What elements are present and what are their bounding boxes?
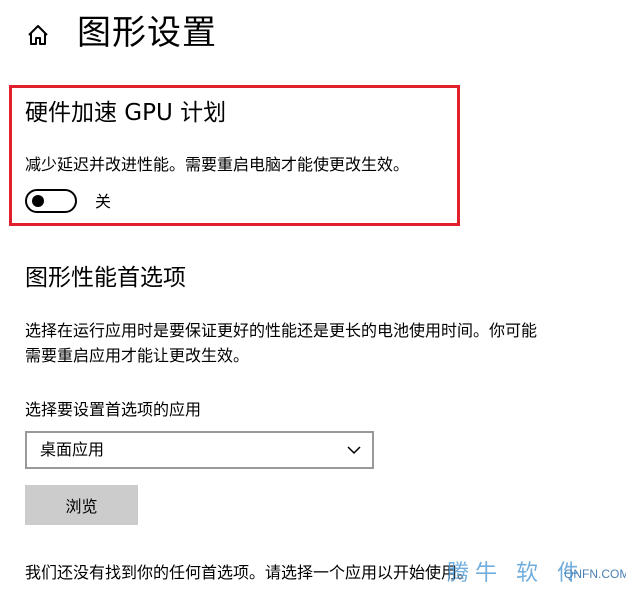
gpu-scheduling-toggle[interactable] [25, 189, 77, 213]
graphics-performance-description-line2: 需要重启应用才能让更改生效。 [25, 346, 250, 365]
graphics-performance-title: 图形性能首选项 [25, 265, 186, 291]
watermark-domain: QNFN.COM [564, 567, 626, 581]
dropdown-selected-value: 桌面应用 [40, 440, 105, 459]
home-button[interactable] [22, 20, 54, 52]
page-title: 图形设置 [77, 13, 217, 53]
home-icon [28, 25, 48, 45]
empty-preferences-message: 我们还没有找到你的任何首选项。请选择一个应用以开始使用。 [25, 563, 474, 582]
toggle-state-label: 关 [95, 192, 112, 211]
watermark-logo: 腾牛 软 件 QNFN.COM [447, 555, 626, 589]
chevron-down-icon [347, 446, 361, 455]
browse-button[interactable]: 浏览 [25, 485, 138, 525]
graphics-performance-description-line1: 选择在运行应用时是要保证更好的性能还是更长的电池使用时间。你可能 [25, 321, 538, 340]
app-type-dropdown[interactable]: 桌面应用 [25, 431, 374, 469]
gpu-scheduling-title: 硬件加速 GPU 计划 [25, 100, 227, 126]
toggle-knob [32, 195, 44, 207]
gpu-scheduling-description: 减少延迟并改进性能。需要重启电脑才能使更改生效。 [25, 155, 410, 174]
select-app-label: 选择要设置首选项的应用 [25, 400, 202, 419]
